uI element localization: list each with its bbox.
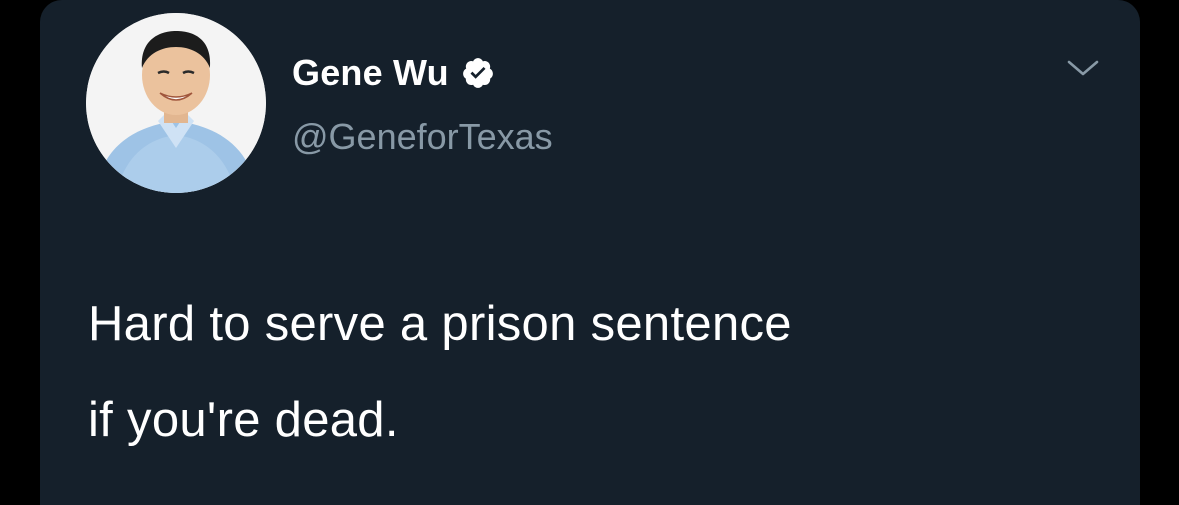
tweet-text-line-1: Hard to serve a prison sentence — [88, 297, 792, 351]
verified-badge-icon — [461, 56, 495, 90]
author-avatar[interactable] — [86, 13, 266, 193]
tweet-text: Hard to serve a prison sentence if you'r… — [88, 276, 1128, 468]
author-display-name[interactable]: Gene Wu — [292, 50, 449, 96]
author-name-row[interactable]: Gene Wu — [292, 50, 495, 96]
avatar-photo — [86, 13, 266, 193]
chevron-down-icon[interactable] — [1065, 55, 1101, 81]
tweet-card: Gene Wu @GeneforTexas Hard to serve a pr… — [40, 0, 1140, 505]
tweet-text-line-2: if you're dead. — [88, 393, 399, 447]
author-handle[interactable]: @GeneforTexas — [292, 114, 553, 160]
